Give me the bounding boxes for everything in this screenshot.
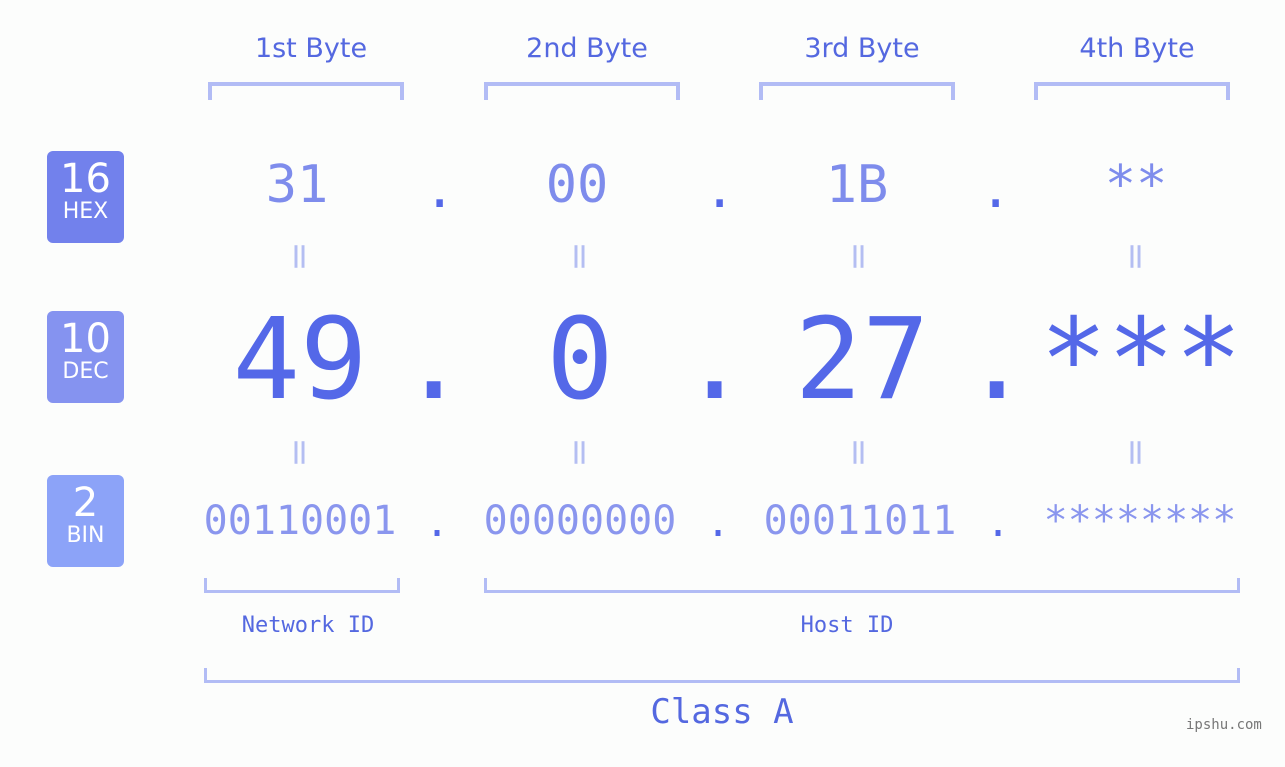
hex-byte-1: 31 [265, 155, 329, 215]
watermark: ipshu.com [1186, 717, 1262, 733]
dec-base: 10 [60, 316, 111, 362]
class-label: Class A [650, 692, 794, 732]
dec-dot-3: . [963, 295, 1031, 425]
equals-icon: = [279, 241, 321, 272]
header-byte-1: 1st Byte [254, 33, 368, 64]
dec-byte-3: 27 [794, 295, 930, 425]
hex-dot-2: . [704, 160, 736, 220]
bracket-byte-3 [759, 82, 955, 100]
equals-icon: = [279, 437, 321, 468]
bracket-byte-1 [208, 82, 404, 100]
class-bracket [204, 668, 1240, 683]
network-id-label: Network ID [241, 613, 375, 638]
bin-byte-4: ******** [1043, 498, 1237, 544]
host-id-label: Host ID [800, 613, 894, 638]
bin-dot-3: . [986, 500, 1011, 546]
host-bracket [484, 578, 1240, 593]
equals-icon: = [1115, 437, 1157, 468]
bin-base: 2 [72, 480, 99, 526]
equals-icon: = [838, 437, 880, 468]
hex-badge: 16 HEX [47, 151, 124, 243]
header-byte-3: 3rd Byte [804, 33, 920, 64]
network-bracket [204, 578, 400, 593]
bracket-byte-4 [1034, 82, 1230, 100]
hex-byte-4: ** [1104, 155, 1168, 215]
hex-label: HEX [62, 199, 109, 224]
dec-label: DEC [62, 359, 109, 384]
bin-badge: 2 BIN [47, 475, 124, 567]
hex-byte-2: 00 [545, 155, 609, 215]
dec-dot-2: . [681, 295, 749, 425]
dec-byte-4: *** [1039, 295, 1243, 425]
dec-byte-1: 49 [232, 295, 368, 425]
header-byte-2: 2nd Byte [526, 33, 648, 64]
header-byte-4: 4th Byte [1079, 33, 1195, 64]
equals-icon: = [838, 241, 880, 272]
dec-dot-1: . [400, 295, 468, 425]
hex-dot-1: . [424, 160, 456, 220]
hex-byte-3: 1B [825, 155, 889, 215]
bin-dot-2: . [706, 500, 731, 546]
dec-badge: 10 DEC [47, 311, 124, 403]
hex-dot-3: . [980, 160, 1012, 220]
bracket-byte-2 [484, 82, 680, 100]
equals-icon: = [1115, 241, 1157, 272]
bin-byte-3: 00011011 [763, 498, 957, 544]
hex-base: 16 [60, 156, 111, 202]
dec-byte-2: 0 [546, 295, 614, 425]
equals-icon: = [559, 241, 601, 272]
bin-byte-2: 00000000 [483, 498, 677, 544]
equals-icon: = [559, 437, 601, 468]
bin-byte-1: 00110001 [203, 498, 397, 544]
bin-dot-1: . [425, 500, 450, 546]
bin-label: BIN [66, 523, 105, 548]
